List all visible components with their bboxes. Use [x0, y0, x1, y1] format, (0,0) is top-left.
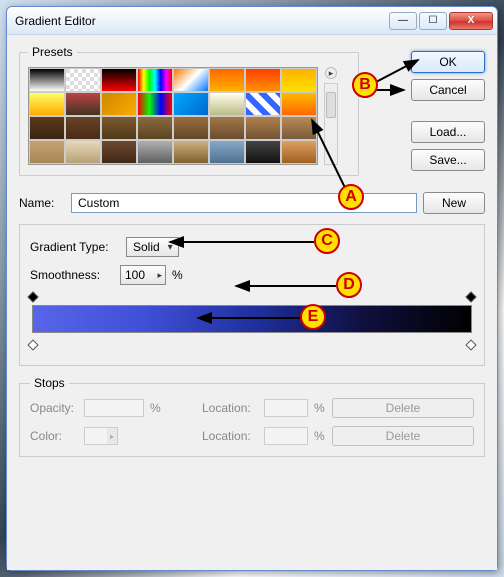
- gradient-type-select[interactable]: Solid: [126, 237, 179, 257]
- pct-sign: %: [314, 429, 326, 443]
- pct-sign: %: [150, 401, 162, 415]
- opacity-input: [84, 399, 144, 417]
- preset-swatch[interactable]: [173, 116, 209, 140]
- presets-fieldset: Presets ▸: [19, 45, 359, 176]
- preset-swatch[interactable]: [101, 140, 137, 164]
- opacity-stops-track[interactable]: [32, 293, 472, 303]
- preset-swatch[interactable]: [29, 68, 65, 92]
- maximize-button[interactable]: ☐: [419, 12, 447, 30]
- name-row: Name: New: [19, 192, 485, 214]
- opacity-location-input: [264, 399, 308, 417]
- minimize-button[interactable]: —: [389, 12, 417, 30]
- load-button[interactable]: Load...: [411, 121, 485, 143]
- preset-swatch[interactable]: [101, 116, 137, 140]
- gradient-type-label: Gradient Type:: [30, 240, 120, 254]
- client-area: OK Cancel Load... Save... Presets ▸ Name…: [7, 35, 497, 570]
- smoothness-label: Smoothness:: [30, 268, 114, 282]
- preset-swatch[interactable]: [137, 92, 173, 116]
- gradient-type-fieldset: Gradient Type: Solid Smoothness: 100 %: [19, 224, 485, 366]
- preset-swatch[interactable]: [29, 116, 65, 140]
- gradient-bar-area: [32, 293, 472, 351]
- preset-swatch[interactable]: [65, 68, 101, 92]
- smoothness-value: 100: [125, 268, 145, 282]
- preset-swatch[interactable]: [209, 140, 245, 164]
- preset-swatch[interactable]: [173, 140, 209, 164]
- stops-legend: Stops: [30, 376, 69, 390]
- color-stops-track[interactable]: [32, 341, 472, 351]
- location-label: Location:: [202, 401, 258, 415]
- preset-swatch[interactable]: [245, 140, 281, 164]
- preset-swatch[interactable]: [173, 68, 209, 92]
- preset-swatch[interactable]: [29, 140, 65, 164]
- preset-swatch[interactable]: [101, 92, 137, 116]
- preset-swatch[interactable]: [101, 68, 137, 92]
- save-button[interactable]: Save...: [411, 149, 485, 171]
- delete-opacity-stop-button: Delete: [332, 398, 474, 418]
- preset-swatch[interactable]: [29, 92, 65, 116]
- side-button-column: OK Cancel Load... Save...: [411, 51, 485, 171]
- preset-swatch[interactable]: [281, 140, 317, 164]
- preset-swatch[interactable]: [281, 92, 317, 116]
- preset-swatch[interactable]: [137, 116, 173, 140]
- location-label: Location:: [202, 429, 258, 443]
- preset-swatch[interactable]: [245, 116, 281, 140]
- preset-swatch[interactable]: [209, 116, 245, 140]
- preset-swatch[interactable]: [173, 92, 209, 116]
- stops-fieldset: Stops Opacity: % Location: % Delete Colo…: [19, 376, 485, 457]
- preset-flyout-icon[interactable]: ▸: [325, 67, 337, 79]
- name-input[interactable]: [71, 193, 417, 213]
- color-location-input: [264, 427, 308, 445]
- preset-swatch[interactable]: [65, 140, 101, 164]
- preset-swatch[interactable]: [137, 68, 173, 92]
- smoothness-input[interactable]: 100: [120, 265, 166, 285]
- preset-swatch[interactable]: [281, 116, 317, 140]
- gradient-type-value: Solid: [133, 240, 160, 254]
- delete-color-stop-button: Delete: [332, 426, 474, 446]
- preset-swatch[interactable]: [245, 68, 281, 92]
- window-title: Gradient Editor: [15, 14, 387, 28]
- preset-swatch[interactable]: [209, 92, 245, 116]
- preset-swatch[interactable]: [281, 68, 317, 92]
- name-label: Name:: [19, 196, 65, 210]
- pct-sign: %: [172, 268, 183, 282]
- preset-scrollbar[interactable]: [324, 83, 338, 165]
- new-button[interactable]: New: [423, 192, 485, 214]
- window-buttons: — ☐ X: [387, 12, 493, 30]
- presets-legend: Presets: [28, 45, 77, 59]
- cancel-button[interactable]: Cancel: [411, 79, 485, 101]
- gradient-bar[interactable]: [32, 305, 472, 333]
- preset-swatch[interactable]: [65, 92, 101, 116]
- ok-button[interactable]: OK: [411, 51, 485, 73]
- preset-swatch[interactable]: [137, 140, 173, 164]
- preset-swatch[interactable]: [65, 116, 101, 140]
- color-label: Color:: [30, 429, 78, 443]
- gradient-editor-window: Gradient Editor — ☐ X OK Cancel Load... …: [6, 6, 498, 571]
- opacity-label: Opacity:: [30, 401, 78, 415]
- color-chip: ▸: [84, 427, 118, 445]
- preset-swatches-grid[interactable]: [28, 67, 318, 165]
- close-button[interactable]: X: [449, 12, 493, 30]
- preset-swatch[interactable]: [209, 68, 245, 92]
- pct-sign: %: [314, 401, 326, 415]
- preset-swatch[interactable]: [245, 92, 281, 116]
- titlebar[interactable]: Gradient Editor — ☐ X: [7, 7, 497, 35]
